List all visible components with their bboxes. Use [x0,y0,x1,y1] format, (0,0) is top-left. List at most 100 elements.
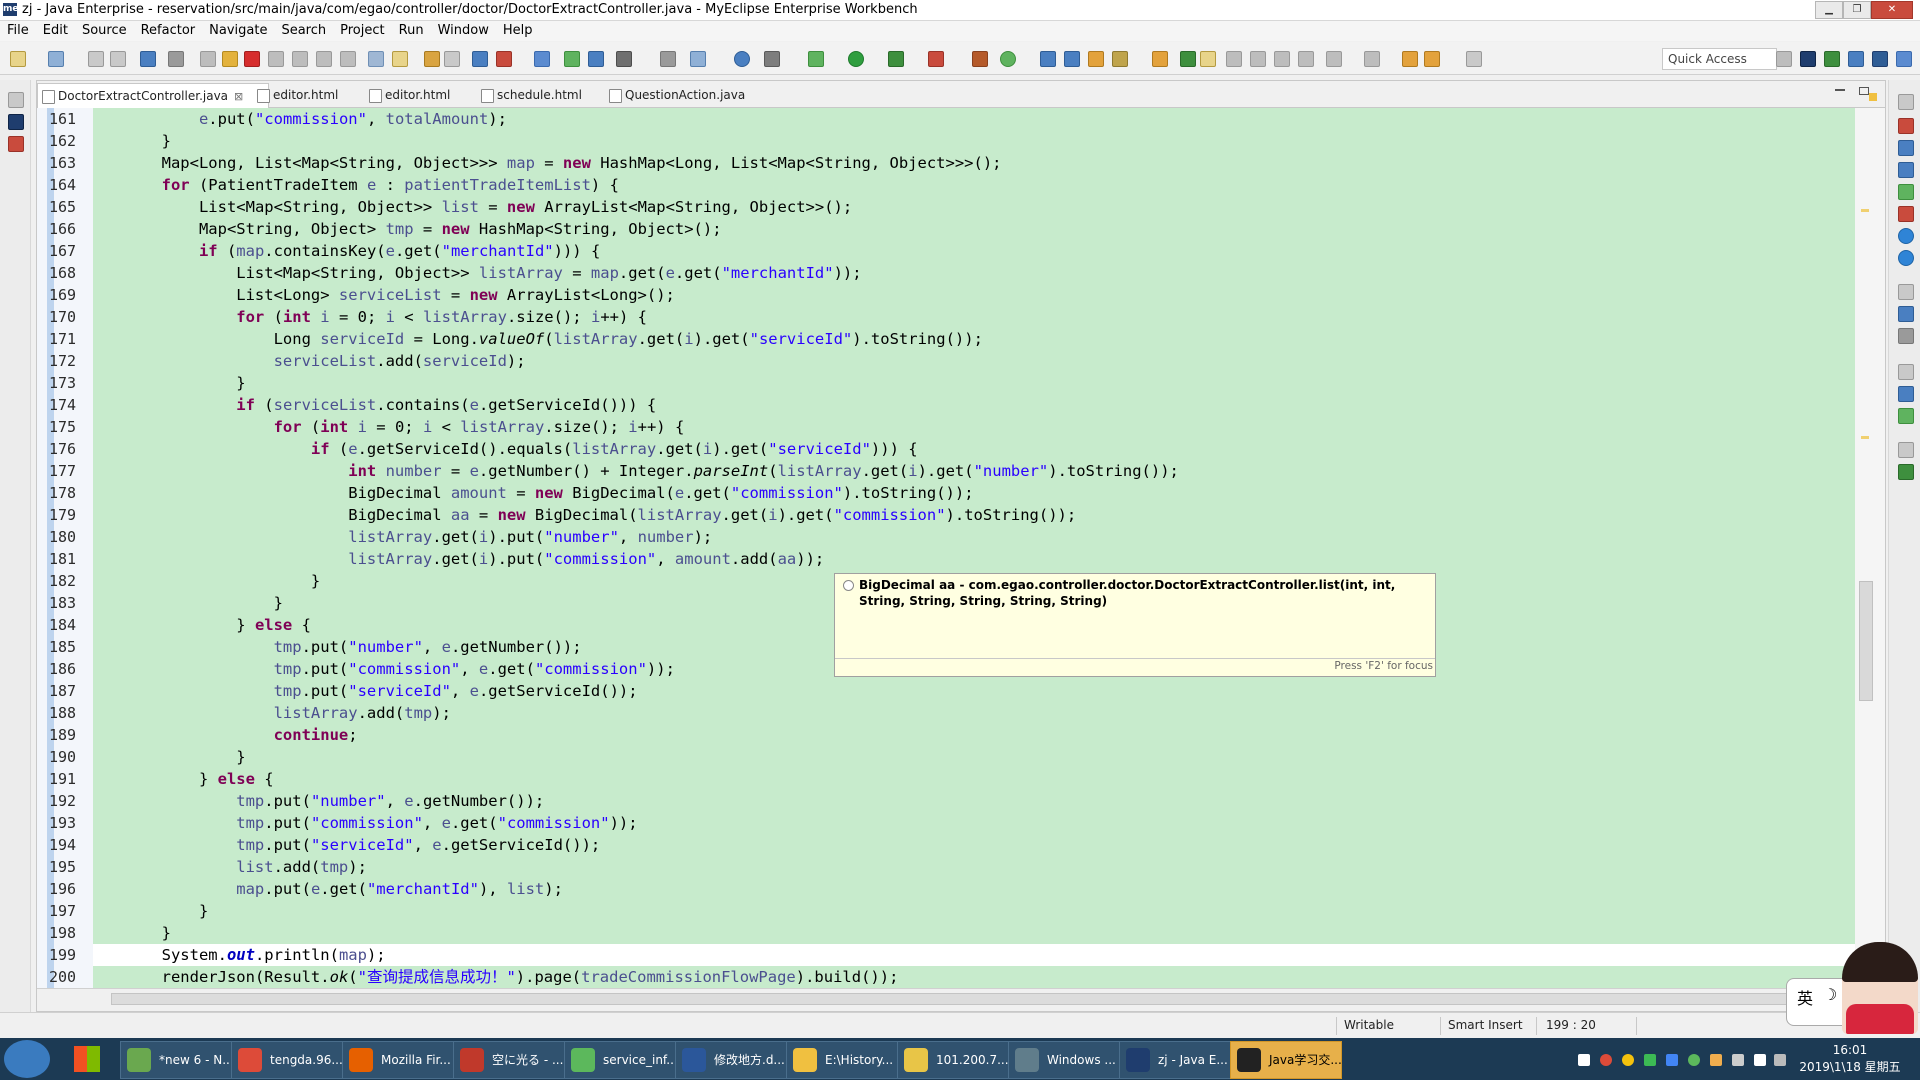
whitespace-icon[interactable] [1250,51,1266,67]
taskbar-item[interactable]: Windows ... [1008,1041,1120,1079]
suspend-icon[interactable] [222,51,238,67]
open-type-icon[interactable] [472,51,488,67]
tray-battery-icon[interactable] [1644,1054,1656,1066]
code-line[interactable]: 172 serviceList.add(serviceId); [37,350,1855,372]
restore-view-3-icon[interactable] [1898,364,1914,380]
taskbar-item[interactable]: service_inf... [564,1041,676,1079]
tab-close-icon[interactable]: ⊠ [234,90,243,103]
resume-icon[interactable] [200,51,216,67]
maximize-editor-icon[interactable] [1859,87,1869,95]
insert-mode-status[interactable]: Smart Insert [1448,1018,1523,1032]
restore-view-4-icon[interactable] [1898,442,1914,458]
tray-keyboard-icon[interactable] [1578,1054,1590,1066]
package-icon[interactable] [1152,51,1168,67]
last-edit-icon[interactable] [1364,51,1380,67]
code-line[interactable]: 171 Long serviceId = Long.valueOf(listArr… [37,328,1855,350]
image-preview-icon[interactable] [1898,408,1914,424]
save-icon[interactable] [88,51,104,67]
quick-access-input[interactable]: Quick Access [1662,48,1777,70]
code-line[interactable]: 197} [37,900,1855,922]
progress-icon[interactable] [1898,464,1914,480]
close-window-button[interactable]: ✕ [1871,1,1913,19]
mark-occurrences-icon[interactable] [392,51,408,67]
code-line[interactable]: 166 Map<String, Object> tmp = new HashMap… [37,218,1855,240]
code-line[interactable]: 196 map.put(e.get("merchantId"), list); [37,878,1855,900]
forward-icon[interactable] [1466,51,1482,67]
taskbar-item[interactable]: Java学习交... [1230,1041,1342,1079]
code-line[interactable]: 180 listArray.get(i).put("number", number… [37,526,1855,548]
tab-doctor-extract-controller[interactable]: DoctorExtractController.java ⊠ [37,83,269,108]
code-line[interactable]: 164 for (PatientTradeItem e : patientTrad… [37,174,1855,196]
debug-icon[interactable] [808,51,824,67]
new-project-icon[interactable] [48,51,64,67]
highlight-icon[interactable] [1200,51,1216,67]
next-edit-icon[interactable] [1326,51,1342,67]
pin-icon[interactable] [1180,51,1196,67]
open-perspective-icon[interactable] [1776,51,1792,67]
code-line[interactable]: 195 list.add(tmp); [37,856,1855,878]
console-icon[interactable] [1898,162,1914,178]
declaration-icon[interactable] [1898,250,1914,266]
hierarchy-icon[interactable] [8,136,24,152]
paragraph-icon[interactable] [1298,51,1314,67]
code-line[interactable]: 169 List<Long> serviceList = new ArrayLis… [37,284,1855,306]
tray-flag-icon[interactable] [1774,1054,1786,1066]
code-line[interactable]: 173} [37,372,1855,394]
snippets-icon[interactable] [1898,140,1914,156]
task-list-icon[interactable] [1898,306,1914,322]
server-icon[interactable] [1040,51,1056,67]
problems-icon[interactable] [1898,206,1914,222]
code-line[interactable]: 176 if (e.getServiceId().equals(listArray… [37,438,1855,460]
tray-app2-icon[interactable] [1666,1054,1678,1066]
system-clock[interactable]: 16:01 2019\1\18 星期五 [1790,1042,1910,1076]
tray-qq-icon[interactable] [1710,1054,1722,1066]
menu-navigate[interactable]: Navigate [202,21,274,41]
run-server-icon[interactable] [888,51,904,67]
refresh-icon[interactable] [1000,51,1016,67]
search-icon[interactable] [690,51,706,67]
deploy-icon[interactable] [972,51,988,67]
web-browser-icon[interactable] [734,51,750,67]
myeclipse-perspective-icon[interactable] [1800,51,1816,67]
menu-run[interactable]: Run [392,21,431,41]
code-line[interactable]: 187 tmp.put("serviceId", e.getServiceId()… [37,680,1855,702]
tab-editor-html-2[interactable]: editor.html [365,83,471,107]
taskbar-item[interactable]: 空に光る - ... [453,1041,565,1079]
tab-question-action[interactable]: QuestionAction.java [605,83,755,107]
code-line[interactable]: 161 e.put("commission", totalAmount); [37,108,1855,130]
menu-refactor[interactable]: Refactor [134,21,203,41]
vertical-scrollbar[interactable] [1855,108,1885,988]
print-icon[interactable] [140,51,156,67]
taskbar-item[interactable]: 修改地方.d... [675,1041,787,1079]
code-line[interactable]: 190} [37,746,1855,768]
tray-wechat-icon[interactable] [1688,1054,1700,1066]
code-line[interactable]: 193 tmp.put("commission", e.get("commissi… [37,812,1855,834]
code-line[interactable]: 181 listArray.get(i).put("commission", am… [37,548,1855,570]
team-perspective-icon[interactable] [1896,51,1912,67]
menu-edit[interactable]: Edit [36,21,75,41]
taskbar-item[interactable]: tengda.96... [231,1041,343,1079]
new-file-icon[interactable] [10,51,26,67]
prev-annotation-icon[interactable] [424,51,440,67]
code-line[interactable]: 162} [37,130,1855,152]
taskbar-item[interactable]: *new 6 - N... [120,1041,232,1079]
vertical-scroll-thumb[interactable] [1859,581,1873,701]
code-line[interactable]: 198} [37,922,1855,944]
menu-file[interactable]: File [0,21,36,41]
menu-source[interactable]: Source [75,21,134,41]
code-line[interactable]: 200 renderJson(Result.ok("查询提成信息成功！").pag… [37,966,1855,988]
outline-icon[interactable] [1898,118,1914,134]
tray-volume-icon[interactable] [1754,1054,1766,1066]
overview-marker[interactable] [1861,209,1869,212]
block-selection-icon[interactable] [1274,51,1290,67]
wand-icon[interactable] [1112,51,1128,67]
save-all-icon[interactable] [110,51,126,67]
grid-icon[interactable] [616,51,632,67]
terminate-icon[interactable] [244,51,260,67]
code-line[interactable]: 192 tmp.put("number", e.getNumber()); [37,790,1855,812]
code-line[interactable]: 170 for (int i = 0; i < listArray.size();… [37,306,1855,328]
database-icon[interactable] [1064,51,1080,67]
restore-view-2-icon[interactable] [1898,284,1914,300]
minimize-button[interactable]: ▁ [1815,1,1843,19]
desktop-mascot[interactable] [1842,942,1918,1034]
